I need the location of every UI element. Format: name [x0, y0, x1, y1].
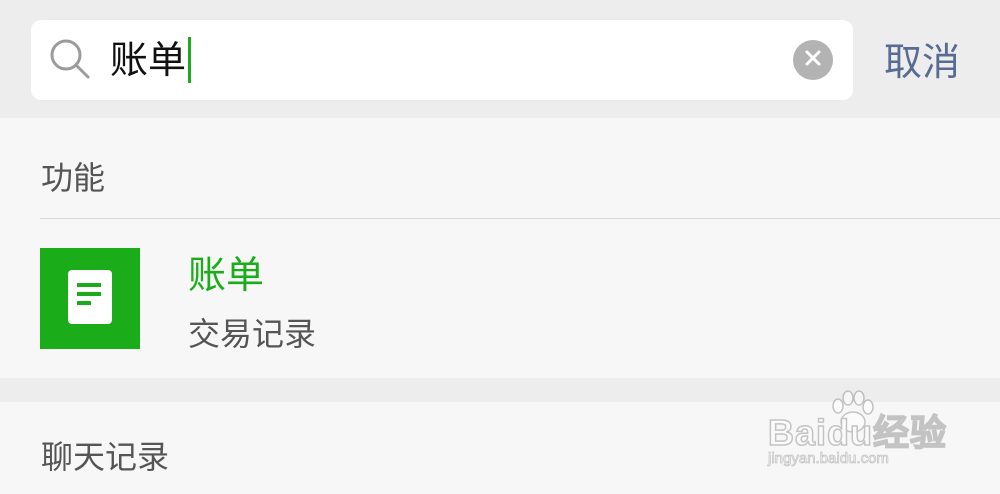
baidu-watermark: Baidu经验 jingyan.baidu.com — [767, 390, 958, 480]
cancel-button[interactable]: 取消 — [884, 38, 960, 86]
watermark-text: Baidu经验 — [767, 411, 948, 454]
clear-search-button[interactable] — [793, 40, 833, 80]
section-title-function: 功能 — [41, 159, 106, 197]
search-query-text[interactable]: 账单 — [110, 34, 192, 86]
search-icon — [48, 37, 92, 81]
function-section: 功能 账单 交易记录 — [0, 118, 1000, 378]
close-icon — [803, 48, 823, 72]
text-caret — [188, 37, 192, 83]
result-item-bill[interactable]: 账单 交易记录 — [0, 219, 1000, 378]
search-query: 账单 — [110, 38, 187, 82]
watermark-url: jingyan.baidu.com — [768, 450, 890, 468]
result-subtitle: 交易记录 — [188, 315, 317, 353]
search-header: 账单 取消 — [0, 0, 1000, 118]
bill-icon-tile — [40, 248, 140, 349]
document-icon — [67, 269, 113, 329]
section-title-chat-records: 聊天记录 — [41, 438, 170, 476]
search-screen: 账单 取消 功能 账单 交易记录 聊天记录 Baidu经验 jingyan.ba… — [0, 0, 1000, 494]
result-title: 账单 — [188, 253, 265, 297]
